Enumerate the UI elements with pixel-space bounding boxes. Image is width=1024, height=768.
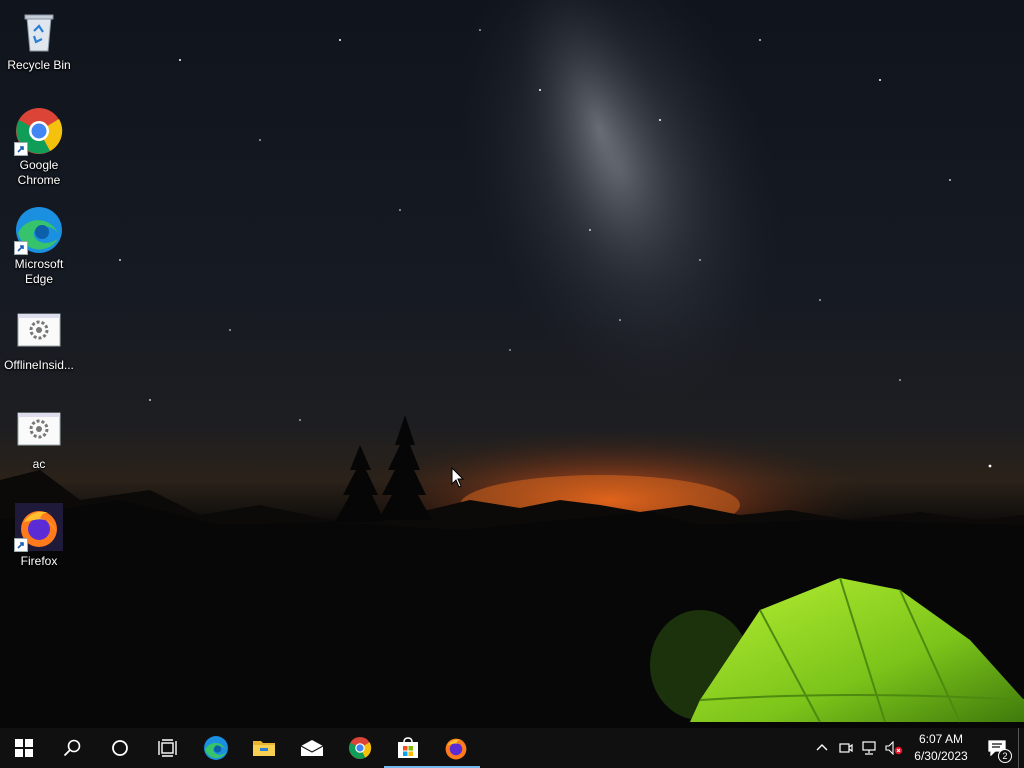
network-button[interactable] [858,728,882,768]
desktop-icon-label: Firefox [20,554,58,568]
volume-button[interactable] [882,728,906,768]
desktop-icon-label: Recycle Bin [7,58,71,72]
chevron-up-icon [816,744,828,751]
volume-muted-icon [885,741,903,755]
taskbar-store-button[interactable] [384,728,432,768]
mouse-cursor-icon [451,467,465,488]
search-button[interactable] [48,728,96,768]
folder-icon [253,741,275,756]
taskbar-chrome-button[interactable] [336,728,384,768]
task-view-icon [158,739,177,757]
app-settings-icon [14,306,64,356]
edge-icon [14,205,64,255]
desktop-wallpaper [0,0,1024,728]
desktop-icon-google-chrome[interactable]: Google Chrome [2,106,76,188]
store-icon [398,737,418,758]
chrome-icon [348,736,372,760]
desktop-icon-label: Google Chrome [17,158,61,187]
desktop-icon-firefox[interactable]: Firefox [2,502,76,569]
shortcut-arrow-icon [14,241,28,255]
taskbar: 6:07 AM 6/30/2023 2 [0,728,1024,768]
action-center-button[interactable]: 2 [976,728,1018,768]
network-icon [862,741,876,755]
firefox-icon [14,502,64,552]
taskbar-mail-button[interactable] [288,728,336,768]
show-desktop-button[interactable] [1018,728,1024,768]
start-button[interactable] [0,728,48,768]
clock-time: 6:07 AM [918,732,964,746]
desktop-icon-recycle-bin[interactable]: Recycle Bin [2,6,76,73]
app-settings-icon [14,405,64,455]
windows-logo-icon [15,739,33,757]
cortana-button[interactable] [96,728,144,768]
mail-icon [300,740,324,756]
task-view-button[interactable] [144,728,192,768]
taskbar-file-explorer-button[interactable] [240,728,288,768]
edge-icon [204,736,228,760]
chrome-icon [14,106,64,156]
desktop-icon-label: ac [32,457,46,471]
taskbar-firefox-button[interactable] [432,728,480,768]
recycle-bin-icon [14,6,64,56]
taskbar-edge-button[interactable] [192,728,240,768]
meet-now-icon [839,743,853,753]
system-tray: 6:07 AM 6/30/2023 2 [810,728,1024,768]
clock-date: 6/30/2023 [914,749,968,763]
meet-now-button[interactable] [834,728,858,768]
desktop-icon-offlineinsider[interactable]: OfflineInsid... [2,306,76,373]
cortana-circle-icon [112,740,128,756]
desktop-icon-ac[interactable]: ac [2,405,76,472]
shortcut-arrow-icon [14,142,28,156]
show-hidden-icons-button[interactable] [810,728,834,768]
desktop-icon-label: OfflineInsid... [4,358,74,372]
shortcut-arrow-icon [14,538,28,552]
desktop-icon-label: Microsoft Edge [14,257,64,286]
search-icon [63,739,81,757]
notification-count-badge: 2 [998,749,1012,763]
taskbar-clock[interactable]: 6:07 AM 6/30/2023 [906,731,976,765]
firefox-icon [445,738,467,760]
desktop-icon-microsoft-edge[interactable]: Microsoft Edge [2,205,76,287]
